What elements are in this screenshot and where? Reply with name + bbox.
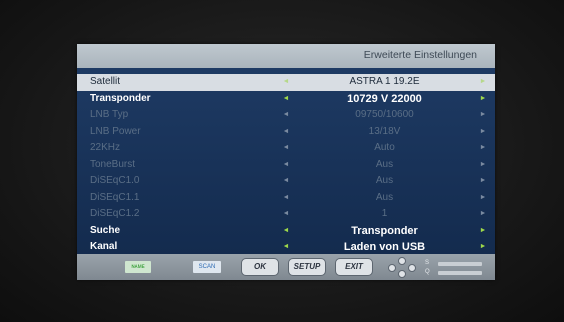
setting-label: ToneBurst <box>90 158 136 170</box>
arrow-right-icon[interactable]: ► <box>478 223 488 240</box>
menu-header: Erweiterte Einstellungen <box>77 44 495 68</box>
signal-strength-bar <box>438 262 482 266</box>
signal-quality-label: Q <box>425 269 430 275</box>
arrow-right-icon[interactable]: ► <box>478 173 488 190</box>
navigation-dpad-icon <box>384 257 418 278</box>
arrow-right-icon[interactable]: ► <box>478 140 488 157</box>
setting-label: 22KHz <box>90 142 121 153</box>
setting-value: 1 <box>381 208 388 219</box>
signal-strength-label: S <box>425 260 430 266</box>
arrow-right-icon[interactable]: ► <box>478 124 488 141</box>
setting-row-diseqc-1-1[interactable]: DiSEqC1.1 ◄ Aus ► <box>77 190 495 207</box>
setting-label: DiSEqC1.1 <box>90 191 140 203</box>
setting-label: LNB Typ <box>90 109 129 120</box>
settings-menu: Erweiterte Einstellungen Satellit ◄ ASTR… <box>77 44 495 280</box>
setting-value: Aus <box>375 191 394 203</box>
setting-row-lnb-power[interactable]: LNB Power ◄ 13/18V ► <box>77 124 495 141</box>
ok-button[interactable]: OK <box>241 258 279 276</box>
arrow-left-icon[interactable]: ◄ <box>281 74 291 91</box>
arrow-left-icon[interactable]: ◄ <box>281 173 291 190</box>
tv-screen: Erweiterte Einstellungen Satellit ◄ ASTR… <box>0 0 564 322</box>
setting-label: LNB Power <box>90 125 141 137</box>
setting-value: Transponder <box>351 224 418 237</box>
key-hint-bar: ɴᴀᴍᴇ SCAN OK SETUP EXIT S Q <box>77 254 495 280</box>
arrow-right-icon[interactable]: ► <box>478 74 488 91</box>
scan-key-hint[interactable]: SCAN <box>193 261 221 273</box>
arrow-left-icon[interactable]: ◄ <box>281 190 291 207</box>
setting-value: ASTRA 1 19.2E <box>349 76 420 87</box>
setting-value: Aus <box>375 175 394 186</box>
arrow-left-icon[interactable]: ◄ <box>281 206 291 223</box>
setting-row-satellit[interactable]: Satellit ◄ ASTRA 1 19.2E ► <box>77 74 495 91</box>
setting-label: DiSEqC1.2 <box>90 208 140 219</box>
setting-row-lnb-typ[interactable]: LNB Typ ◄ 09750/10600 ► <box>77 107 495 124</box>
arrow-right-icon[interactable]: ► <box>478 157 488 174</box>
setting-label: Transponder <box>90 92 151 104</box>
exit-button[interactable]: EXIT <box>335 258 373 276</box>
setting-label: Suche <box>90 224 121 236</box>
arrow-right-icon[interactable]: ► <box>478 206 488 223</box>
arrow-left-icon[interactable]: ◄ <box>281 223 291 240</box>
arrow-left-icon[interactable]: ◄ <box>281 91 291 108</box>
setting-row-diseqc-1-2[interactable]: DiSEqC1.2 ◄ 1 ► <box>77 206 495 223</box>
menu-title: Erweiterte Einstellungen <box>363 49 477 61</box>
setting-value: 10729 V 22000 <box>347 92 422 105</box>
setting-label: DiSEqC1.0 <box>90 175 140 186</box>
setting-value: 13/18V <box>368 125 401 137</box>
setting-label: Satellit <box>90 76 121 87</box>
arrow-right-icon[interactable]: ► <box>478 107 488 124</box>
setting-row-toneburst[interactable]: ToneBurst ◄ Aus ► <box>77 157 495 174</box>
setting-row-transponder[interactable]: Transponder ◄ 10729 V 22000 ► <box>77 91 495 108</box>
setting-row-diseqc-1-0[interactable]: DiSEqC1.0 ◄ Aus ► <box>77 173 495 190</box>
arrow-right-icon[interactable]: ► <box>478 190 488 207</box>
signal-quality-bar <box>438 271 482 275</box>
settings-list: Satellit ◄ ASTRA 1 19.2E ► Transponder ◄… <box>77 74 495 256</box>
setting-row-22khz[interactable]: 22KHz ◄ Auto ► <box>77 140 495 157</box>
setting-row-suche[interactable]: Suche ◄ Transponder ► <box>77 223 495 240</box>
arrow-left-icon[interactable]: ◄ <box>281 124 291 141</box>
arrow-left-icon[interactable]: ◄ <box>281 157 291 174</box>
setting-value: Aus <box>375 158 394 170</box>
arrow-left-icon[interactable]: ◄ <box>281 107 291 124</box>
name-key-hint[interactable]: ɴᴀᴍᴇ <box>125 261 151 273</box>
setting-value: Auto <box>374 142 395 153</box>
arrow-left-icon[interactable]: ◄ <box>281 140 291 157</box>
arrow-right-icon[interactable]: ► <box>478 91 488 108</box>
setting-value: 09750/10600 <box>355 109 414 120</box>
setup-button[interactable]: SETUP <box>288 258 326 276</box>
